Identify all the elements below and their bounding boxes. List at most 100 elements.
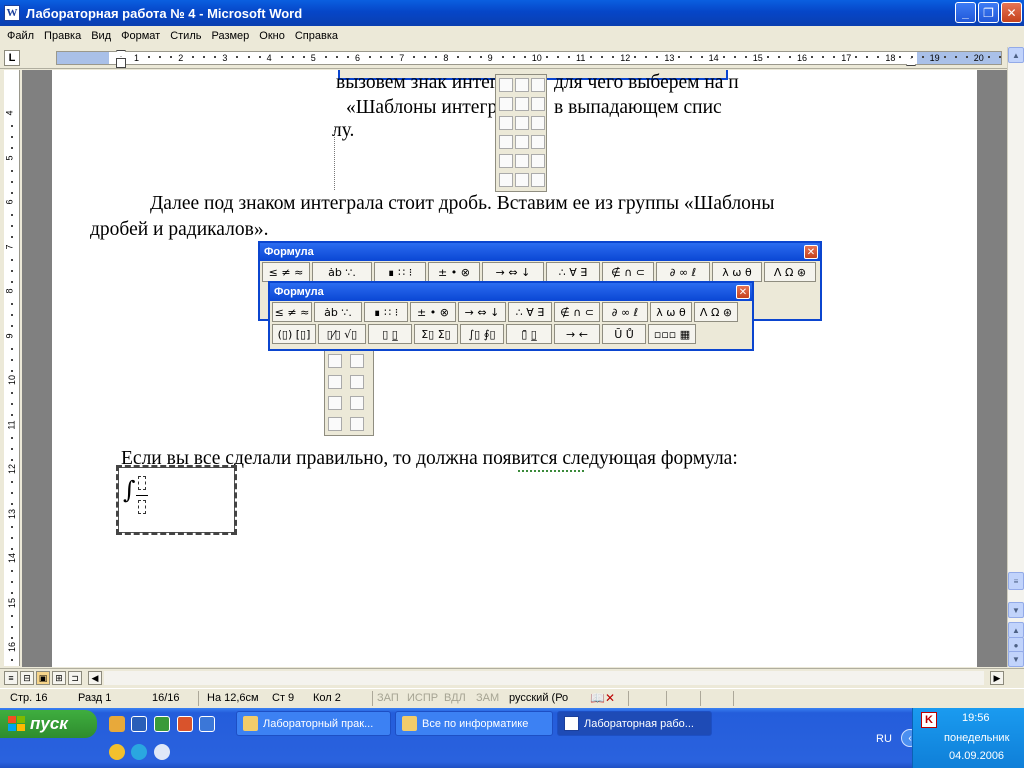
formula-palette-button[interactable]: Λ Ω ⊛ (764, 262, 816, 282)
horizontal-scroll-track[interactable] (104, 671, 984, 685)
menu-help[interactable]: Справка (290, 30, 343, 42)
template-cell[interactable] (328, 354, 342, 368)
formula-palette-button[interactable]: ≤ ≠ ≈ (262, 262, 310, 282)
template-cell[interactable] (531, 173, 545, 187)
template-cell[interactable] (515, 116, 529, 130)
document-page[interactable]: вызовем знак интегр для чего выберем на … (52, 70, 977, 667)
formula-palette-button[interactable]: ≤ ≠ ≈ (272, 302, 312, 322)
formula-palette-button[interactable]: (▯) [▯] (272, 324, 316, 344)
template-cell[interactable] (499, 154, 513, 168)
template-cell[interactable] (515, 135, 529, 149)
denominator-slot[interactable] (138, 500, 146, 514)
template-cell[interactable] (499, 173, 513, 187)
template-cell[interactable] (531, 135, 545, 149)
template-cell[interactable] (328, 396, 342, 410)
template-cell[interactable] (328, 375, 342, 389)
formula-palette-button[interactable]: ȧb ∵. (312, 262, 372, 282)
scroll-down-button[interactable]: ▼ (1008, 602, 1024, 618)
template-cell[interactable] (350, 396, 364, 410)
status-trk[interactable]: ИСПР (407, 692, 438, 704)
menu-format[interactable]: Формат (116, 30, 165, 42)
scroll-right-button[interactable]: ▶ (990, 671, 1004, 685)
previous-page-button[interactable]: ▲ (1008, 622, 1024, 638)
quick-launch-pencil-icon[interactable] (109, 716, 125, 732)
formula-palette-button[interactable]: ∂ ∞ ℓ (602, 302, 648, 322)
formula-palette-button[interactable]: ▯ ▯̲ (368, 324, 412, 344)
quick-launch-internet-explorer-icon[interactable] (131, 744, 147, 760)
formula-palette-button[interactable]: Σ▯ Σ▯ (414, 324, 458, 344)
taskbar-button-word[interactable]: Лабораторная рабо... (557, 711, 712, 736)
clock-time[interactable]: 19:56 (962, 712, 990, 724)
outline-view-button[interactable]: ⊐ (68, 671, 82, 685)
normal-view-button[interactable]: ≡ (4, 671, 18, 685)
template-cell[interactable] (531, 97, 545, 111)
print-layout-button[interactable]: ▣ (36, 671, 50, 685)
template-cell[interactable] (515, 78, 529, 92)
taskbar-button-folder-2[interactable]: Все по информатике (395, 711, 553, 736)
menu-size[interactable]: Размер (206, 30, 254, 42)
fraction-templates-palette[interactable] (324, 350, 374, 436)
template-cell[interactable] (531, 154, 545, 168)
status-line[interactable]: Ст 9 (272, 692, 294, 704)
formula-palette-button[interactable]: ∫▯ ∮▯ (460, 324, 504, 344)
formula-palette-button[interactable]: ▫▫▫ ▦ (648, 324, 696, 344)
formula-palette-button[interactable]: → ⇔ ↓ (482, 262, 544, 282)
equation-object[interactable]: ∫ (116, 465, 237, 535)
template-cell[interactable] (515, 154, 529, 168)
menu-window[interactable]: Окно (254, 30, 290, 42)
menu-file[interactable]: Файл (2, 30, 39, 42)
formula-palette-button[interactable]: ∂ ∞ ℓ (656, 262, 710, 282)
formula-palette-button[interactable]: ∴ ∀ ∃ (546, 262, 600, 282)
status-language[interactable]: русский (Ро (509, 692, 568, 704)
start-button[interactable]: пуск (0, 710, 97, 738)
spelling-status-icon[interactable]: 📖✕ (590, 691, 615, 705)
template-cell[interactable] (531, 116, 545, 130)
formula-palette-button[interactable]: ∎ ∷ ⁝ (374, 262, 426, 282)
formula-palette-button[interactable]: λ ω θ (712, 262, 762, 282)
formula-palette-button[interactable]: ȧb ∵. (314, 302, 362, 322)
status-pages[interactable]: 16/16 (152, 692, 180, 704)
formula-palette-button[interactable]: ▯̄ ▯̲ (506, 324, 552, 344)
template-cell[interactable] (499, 116, 513, 130)
template-cell[interactable] (515, 173, 529, 187)
formula-palette-button[interactable]: → ← (554, 324, 600, 344)
menu-style[interactable]: Стиль (165, 30, 206, 42)
vertical-scrollbar[interactable]: ▲ ≡ ▼ ▲ ● ▼ (1007, 47, 1024, 667)
formula-toolbar-front[interactable]: Формула ✕ ≤ ≠ ≈ ȧb ∵. ∎ ∷ ⁝ ± • ⊗ → ⇔ ↓ ∴ ∀ ∃… (268, 281, 754, 351)
status-rec[interactable]: ЗАП (377, 692, 399, 704)
web-view-button[interactable]: ⊟ (20, 671, 34, 685)
formula-palette-button[interactable]: ∉ ∩ ⊂ (602, 262, 654, 282)
integral-templates-palette[interactable] (495, 74, 547, 192)
numerator-slot[interactable] (138, 476, 146, 490)
quick-launch-excel-icon[interactable] (154, 716, 170, 732)
formula-palette-button[interactable]: → ⇔ ↓ (458, 302, 506, 322)
restore-button[interactable]: ❐ (978, 2, 999, 23)
formula-palette-button[interactable]: Ū Ů (602, 324, 646, 344)
formula-palette-button[interactable]: Λ Ω ⊛ (694, 302, 738, 322)
template-cell[interactable] (515, 97, 529, 111)
horizontal-ruler[interactable]: 1 2 3 4 5 6 7 8 9 10 11 12 13 14 15 16 17 18 19 20 (56, 51, 1012, 65)
scroll-up-button[interactable]: ▲ (1008, 47, 1024, 63)
template-cell[interactable] (499, 78, 513, 92)
scroll-left-button[interactable]: ◀ (88, 671, 102, 685)
status-col[interactable]: Кол 2 (313, 692, 341, 704)
tab-selector[interactable]: L (4, 50, 20, 66)
template-cell[interactable] (531, 78, 545, 92)
language-indicator[interactable]: RU (876, 733, 892, 745)
word-app-icon[interactable]: W (4, 5, 20, 21)
formula-toolbar-front-close-button[interactable]: ✕ (736, 285, 750, 299)
menu-edit[interactable]: Правка (39, 30, 86, 42)
antivirus-icon[interactable]: K (921, 712, 937, 728)
formula-palette-button[interactable]: λ ω θ (650, 302, 692, 322)
close-button[interactable]: ✕ (1001, 2, 1022, 23)
formula-toolbar-back-close-button[interactable]: ✕ (804, 245, 818, 259)
vertical-ruler[interactable]: 4 5 6 7 8 9 10 11 12 13 14 15 16 (4, 70, 20, 684)
formula-palette-button[interactable]: ∴ ∀ ∃ (508, 302, 552, 322)
template-cell[interactable] (499, 97, 513, 111)
status-page[interactable]: Стр. 16 (10, 692, 47, 704)
quick-launch-word-icon[interactable] (131, 716, 147, 732)
formula-palette-button[interactable]: ± • ⊗ (410, 302, 456, 322)
status-ext[interactable]: ВДЛ (444, 692, 466, 704)
scroll-thumb[interactable]: ≡ (1008, 572, 1024, 590)
minimize-button[interactable]: _ (955, 2, 976, 23)
